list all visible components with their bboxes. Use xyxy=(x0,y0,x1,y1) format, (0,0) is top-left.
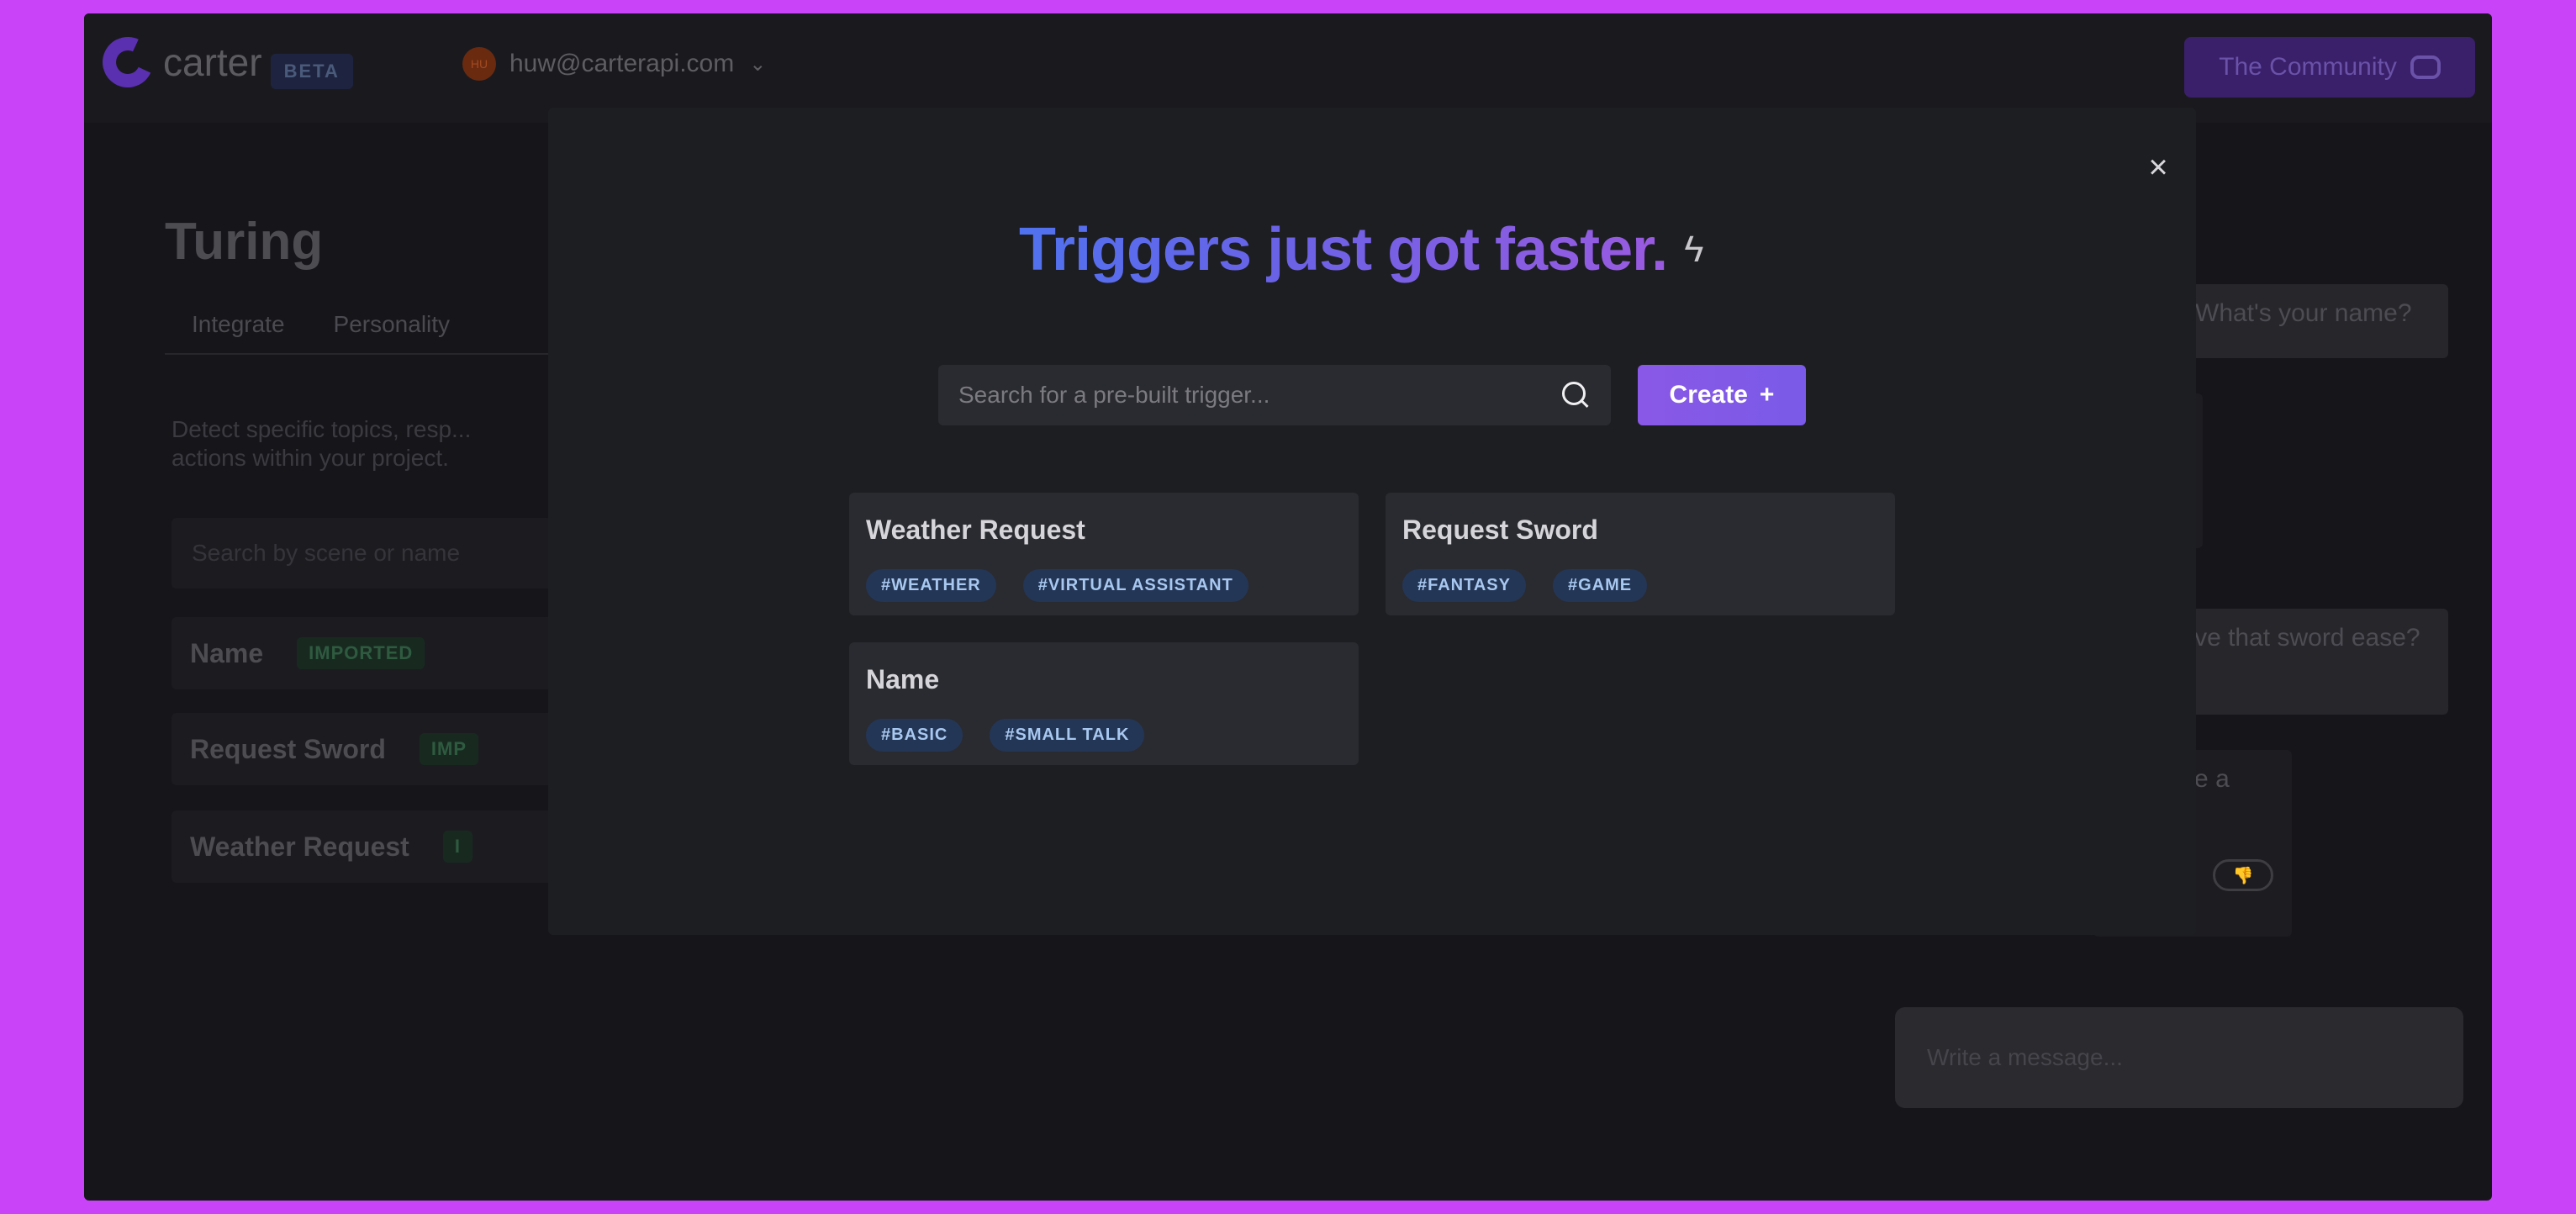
create-button[interactable]: Create + xyxy=(1638,365,1806,425)
trigger-name: Name xyxy=(190,637,264,668)
tag: #SMALL TALK xyxy=(990,719,1145,752)
card-title: Request Sword xyxy=(1402,515,1598,545)
tag: #BASIC xyxy=(866,719,963,752)
logo-text: carter xyxy=(163,40,262,84)
tag-list: #WEATHER #VIRTUAL ASSISTANT xyxy=(866,569,1342,602)
project-title: Turing xyxy=(165,213,324,271)
tag-list: #FANTASY #GAME xyxy=(1402,569,1878,602)
list-item[interactable]: Name IMPORTED xyxy=(172,617,592,689)
tag: #GAME xyxy=(1552,569,1648,602)
prebuilt-trigger-search[interactable] xyxy=(938,365,1611,425)
trigger-search-input[interactable]: Search by scene or name xyxy=(172,518,592,589)
avatar: HU xyxy=(462,47,496,81)
trigger-name: Weather Request xyxy=(190,831,409,862)
community-button[interactable]: The Community xyxy=(2184,37,2475,98)
close-icon[interactable]: × xyxy=(2144,150,2172,184)
tag: #VIRTUAL ASSISTANT xyxy=(1022,569,1248,602)
tag-list: #BASIC #SMALL TALK xyxy=(866,719,1342,752)
list-item[interactable]: Weather Request I xyxy=(172,810,592,883)
project-tabs: Integrate Personality xyxy=(192,311,450,338)
card-title: Name xyxy=(866,664,940,694)
chevron-down-icon: ⌄ xyxy=(749,52,767,76)
tag: #WEATHER xyxy=(866,569,996,602)
create-label: Create xyxy=(1669,381,1748,409)
triggers-modal: × Triggers just got faster. ϟ Create + W… xyxy=(548,108,2196,935)
account-menu[interactable]: HU huw@carterapi.com ⌄ xyxy=(462,47,766,81)
beta-badge: BETA xyxy=(270,54,353,89)
trigger-card[interactable]: Weather Request #WEATHER #VIRTUAL ASSIST… xyxy=(849,493,1359,615)
plus-icon: + xyxy=(1759,381,1775,409)
account-email: huw@carterapi.com xyxy=(509,50,735,77)
headline-text: Triggers just got faster. xyxy=(1019,216,1668,283)
trigger-card[interactable]: Request Sword #FANTASY #GAME xyxy=(1386,493,1895,615)
message-input[interactable]: Write a message... xyxy=(1895,1007,2463,1108)
trigger-name: Request Sword xyxy=(190,733,386,764)
search-input[interactable] xyxy=(958,382,1560,409)
modal-headline: Triggers just got faster. ϟ xyxy=(1019,215,1703,284)
tab-integrate[interactable]: Integrate xyxy=(192,311,285,338)
tag: #FANTASY xyxy=(1402,569,1526,602)
app-window: carter BETA HU huw@carterapi.com ⌄ The C… xyxy=(84,13,2492,1201)
community-label: The Community xyxy=(2219,53,2397,81)
thumbs-down-icon[interactable]: 👎 xyxy=(2213,859,2273,891)
status-badge: IMPORTED xyxy=(297,637,425,669)
status-badge: IMP xyxy=(419,733,479,765)
card-title: Weather Request xyxy=(866,515,1085,545)
carter-logo-icon xyxy=(95,29,161,95)
tab-personality[interactable]: Personality xyxy=(334,311,451,338)
lightning-bolt-icon: ϟ xyxy=(1684,229,1704,270)
list-item[interactable]: Request Sword IMP xyxy=(172,713,592,785)
trigger-card[interactable]: Name #BASIC #SMALL TALK xyxy=(849,642,1359,765)
triggers-description: Detect specific topics, resp... actions … xyxy=(172,416,472,471)
top-bar: carter BETA HU huw@carterapi.com ⌄ The C… xyxy=(84,13,2492,123)
search-icon[interactable] xyxy=(1560,380,1591,410)
discord-icon xyxy=(2410,55,2441,79)
status-badge: I xyxy=(442,831,472,863)
logo[interactable]: carter BETA xyxy=(95,29,353,95)
